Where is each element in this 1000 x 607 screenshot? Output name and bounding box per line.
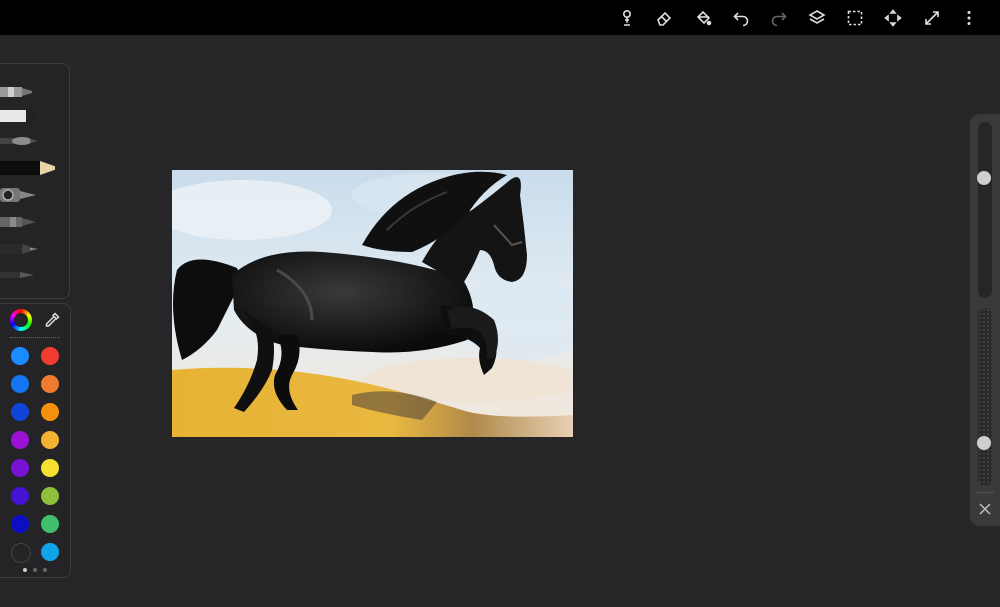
- color-swatch[interactable]: [11, 403, 29, 421]
- eraser-icon: [657, 11, 672, 26]
- brush-fine-liner[interactable]: [0, 267, 40, 283]
- color-swatch[interactable]: [41, 487, 59, 505]
- marker-icon: [0, 110, 36, 122]
- palette-divider: [10, 337, 60, 338]
- color-swatch[interactable]: [11, 375, 29, 393]
- brush-pen[interactable]: [0, 214, 40, 230]
- slider-divider: [976, 492, 994, 493]
- palette-page-dot[interactable]: [43, 568, 47, 572]
- horse-painting: [172, 170, 573, 437]
- color-swatch[interactable]: [41, 431, 59, 449]
- opacity-thumb[interactable]: [977, 435, 991, 450]
- brush-marker[interactable]: [0, 108, 40, 124]
- transform-button[interactable]: [880, 5, 906, 31]
- top-toolbar: [0, 0, 1000, 35]
- selection-button[interactable]: [842, 5, 868, 31]
- color-wheel-button[interactable]: [10, 309, 32, 331]
- close-sliders-button[interactable]: [976, 500, 994, 518]
- redo-button[interactable]: [766, 5, 792, 31]
- undo-icon: [733, 12, 749, 27]
- brush-size-slider[interactable]: [978, 122, 992, 298]
- soft-brush-icon: [0, 137, 38, 145]
- more-vertical-icon: [967, 11, 971, 25]
- pen-icon: [0, 217, 36, 227]
- palette-page-dot[interactable]: [33, 568, 37, 572]
- layers-icon: [808, 10, 826, 24]
- drawing-canvas[interactable]: [172, 170, 573, 437]
- fill-button[interactable]: [690, 5, 716, 31]
- color-swatch[interactable]: [41, 543, 59, 561]
- palette-page-indicator[interactable]: [0, 568, 70, 572]
- brush-size-thumb[interactable]: [977, 170, 991, 185]
- airbrush-icon: [0, 87, 32, 97]
- color-swatch[interactable]: [41, 459, 59, 477]
- redo-icon: [771, 12, 787, 27]
- more-button[interactable]: [956, 5, 982, 31]
- layers-button[interactable]: [804, 5, 830, 31]
- color-swatch[interactable]: [11, 487, 29, 505]
- color-swatch[interactable]: [11, 459, 29, 477]
- brush-settings-button[interactable]: [614, 5, 640, 31]
- eyedropper-icon[interactable]: [43, 311, 61, 329]
- brush-soft-brush[interactable]: [0, 133, 40, 149]
- close-icon: [979, 503, 991, 515]
- color-swatch[interactable]: [11, 543, 31, 563]
- color-swatch[interactable]: [11, 515, 29, 533]
- color-swatch[interactable]: [11, 347, 29, 365]
- color-swatch[interactable]: [41, 347, 59, 365]
- fullscreen-button[interactable]: [919, 5, 945, 31]
- brush-pencil[interactable]: [0, 159, 64, 175]
- brush-ink-pen[interactable]: [0, 241, 40, 257]
- brush-airbrush[interactable]: [0, 84, 40, 100]
- color-panel: [0, 303, 71, 578]
- brush-blender[interactable]: [0, 186, 40, 202]
- paint-bucket-icon: [696, 10, 712, 26]
- color-swatch[interactable]: [11, 431, 29, 449]
- brush-panel: [0, 63, 70, 299]
- selection-icon: [847, 10, 863, 26]
- blender-icon: [0, 188, 36, 202]
- color-swatch[interactable]: [41, 403, 59, 421]
- brush-settings-icon: [623, 9, 632, 26]
- undo-button[interactable]: [728, 5, 754, 31]
- opacity-slider[interactable]: [978, 308, 992, 486]
- slider-panel: [970, 114, 1000, 526]
- color-swatch[interactable]: [41, 515, 59, 533]
- ink-pen-icon: [0, 244, 38, 254]
- fullscreen-icon: [925, 11, 939, 25]
- eraser-button[interactable]: [651, 5, 677, 31]
- palette-page-dot[interactable]: [23, 568, 27, 572]
- transform-icon: [884, 9, 902, 27]
- color-swatch[interactable]: [41, 375, 59, 393]
- fine-liner-icon: [0, 272, 34, 278]
- pencil-icon: [0, 161, 61, 175]
